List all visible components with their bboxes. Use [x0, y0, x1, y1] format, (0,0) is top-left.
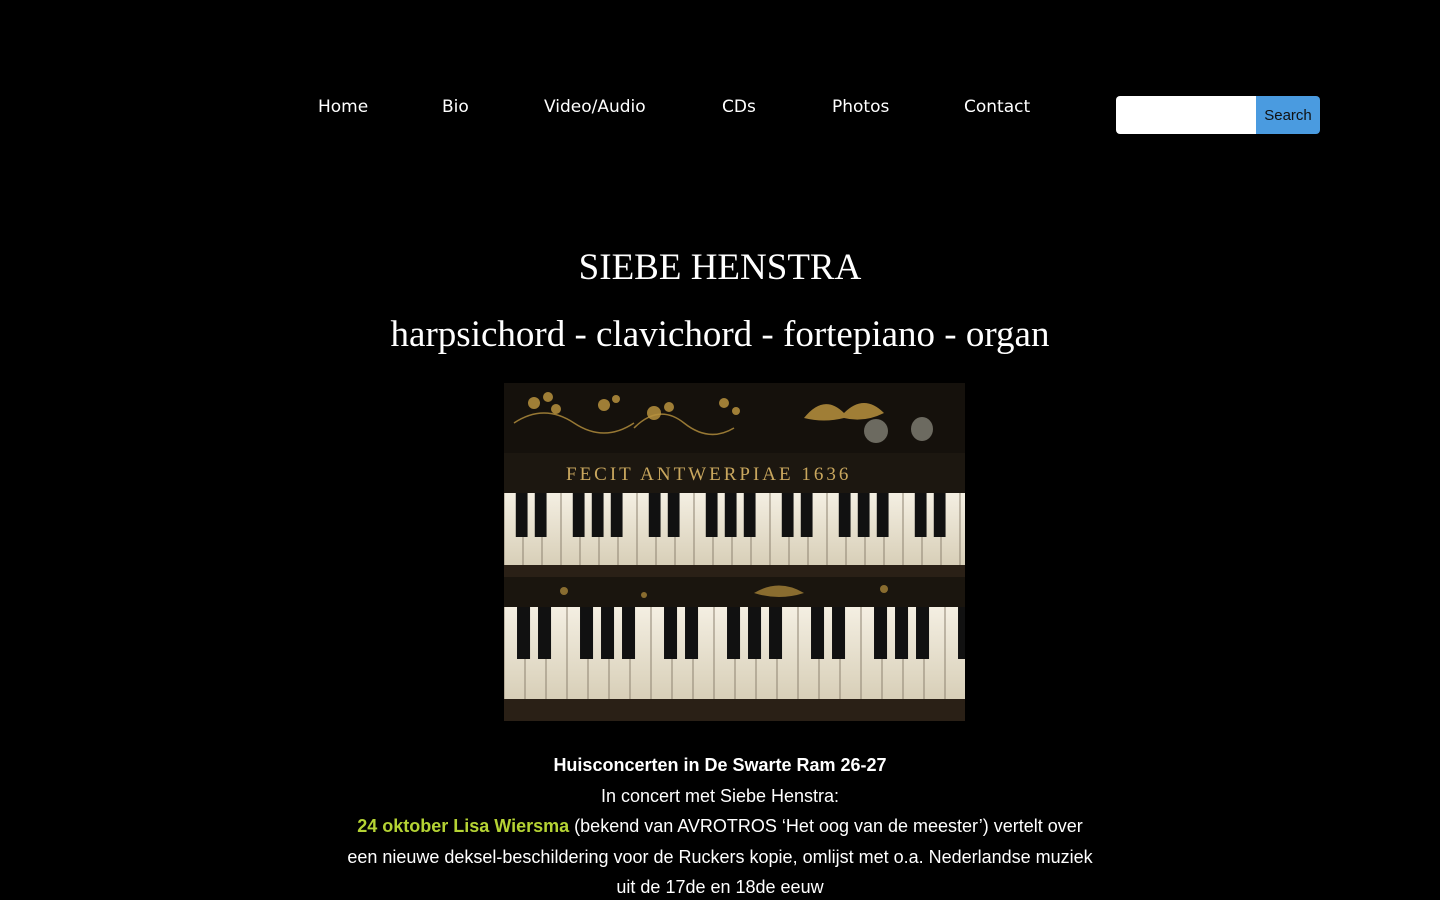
black-key: [838, 493, 851, 537]
nav-bio[interactable]: Bio: [442, 97, 469, 117]
site-subtitle: harpsichord - clavichord - fortepiano - …: [390, 314, 1050, 355]
black-key: [895, 607, 909, 659]
black-key: [580, 607, 594, 659]
black-key: [832, 607, 846, 659]
black-key: [517, 607, 531, 659]
black-key: [667, 493, 680, 537]
black-key: [933, 493, 946, 537]
black-key: [724, 493, 737, 537]
announcement-event: 24 oktober Lisa Wiersma (bekend van AVRO…: [330, 811, 1110, 842]
black-key: [811, 607, 825, 659]
black-key: [610, 493, 623, 537]
black-key: [685, 607, 699, 659]
announcement-title: Huisconcerten in De Swarte Ram 26-27: [553, 755, 887, 775]
nav-video-audio[interactable]: Video/Audio: [544, 97, 646, 117]
black-key: [727, 607, 741, 659]
black-key: [769, 607, 783, 659]
black-key: [743, 493, 756, 537]
nav-photos[interactable]: Photos: [832, 97, 889, 117]
harpsichord-inscription: FECIT ANTWERPIAE 1636: [566, 464, 851, 485]
black-key: [622, 607, 636, 659]
search-form: Search: [1116, 96, 1320, 134]
nav-home[interactable]: Home: [318, 97, 368, 117]
black-key: [664, 607, 678, 659]
event-description-3: uit de 17de en 18de eeuw: [616, 877, 824, 898]
black-key: [958, 607, 965, 659]
black-key: [857, 493, 870, 537]
black-key: [601, 607, 615, 659]
harpsichord-image: FECIT ANTWERPIAE 1636: [504, 383, 965, 721]
black-key: [781, 493, 794, 537]
black-key: [800, 493, 813, 537]
black-key: [591, 493, 604, 537]
black-key: [648, 493, 661, 537]
concert-announcement: Huisconcerten in De Swarte Ram 26-27 In …: [330, 750, 1110, 900]
black-key: [705, 493, 718, 537]
black-key: [874, 607, 888, 659]
black-key: [748, 607, 762, 659]
black-key: [916, 607, 930, 659]
event-description-1: (bekend van AVROTROS ‘Het oog van de mee…: [569, 816, 1083, 837]
announcement-intro: In concert met Siebe Henstra:: [600, 785, 840, 806]
black-key: [538, 607, 552, 659]
search-button[interactable]: Search: [1256, 96, 1320, 134]
black-key: [572, 493, 585, 537]
black-key: [876, 493, 889, 537]
nav-cds[interactable]: CDs: [722, 97, 756, 117]
nav-contact[interactable]: Contact: [964, 97, 1030, 117]
black-key: [534, 493, 547, 537]
black-key: [515, 493, 528, 537]
black-key: [914, 493, 927, 537]
search-input[interactable]: [1116, 96, 1256, 134]
page: Home Bio Video/Audio CDs Photos Contact …: [0, 0, 1440, 900]
site-title: SIEBE HENSTRA: [578, 247, 862, 288]
event-date-performer: 24 oktober Lisa Wiersma: [357, 816, 570, 837]
event-description-2: een nieuwe deksel-beschildering voor de …: [347, 846, 1093, 867]
